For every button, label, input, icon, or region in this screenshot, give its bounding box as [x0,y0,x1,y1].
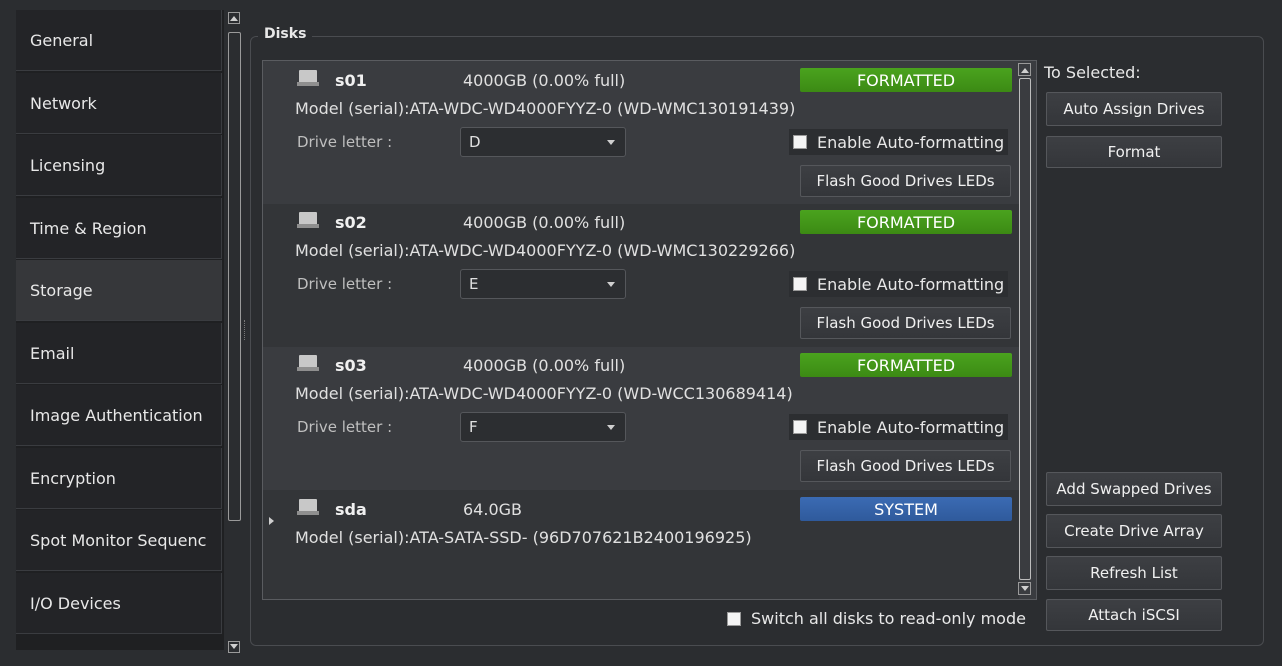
scroll-down-icon[interactable] [228,641,240,653]
sidebar-item-spot-monitor-sequence[interactable]: Spot Monitor Sequenc [16,510,222,571]
read-only-mode-label: Switch all disks to read-only mode [751,609,1026,628]
flash-leds-button[interactable]: Flash Good Drives LEDs [800,450,1011,482]
drive-letter-value: E [469,275,479,293]
checkbox-icon[interactable] [793,420,807,434]
disk-list-scrollbar[interactable] [1016,60,1035,598]
drive-letter-select[interactable]: F [460,412,626,442]
checkbox-icon[interactable] [793,135,807,149]
drive-letter-select[interactable]: E [460,269,626,299]
settings-sidebar: General Network Licensing Time & Region … [16,10,224,650]
disk-model: Model (serial):ATA-WDC-WD4000FYYZ-0 (WD-… [295,99,796,118]
drive-letter-label: Drive letter : [297,133,393,151]
hard-drive-icon [297,212,319,228]
hard-drive-icon [297,70,319,86]
chevron-down-icon [607,425,615,430]
sidebar-item-licensing[interactable]: Licensing [16,135,222,196]
disk-model: Model (serial):ATA-WDC-WD4000FYYZ-0 (WD-… [295,384,793,403]
sidebar-item-network[interactable]: Network [16,73,222,134]
sidebar-scroll-thumb[interactable] [228,32,241,521]
status-badge: FORMATTED [800,353,1012,377]
disk-name: s03 [335,356,367,375]
drive-letter-select[interactable]: D [460,127,626,157]
disk-size: 64.0GB [463,500,522,519]
auto-format-label: Enable Auto-formatting [817,132,1005,152]
flash-leds-button[interactable]: Flash Good Drives LEDs [800,165,1011,197]
disk-size: 4000GB (0.00% full) [463,213,626,232]
checkbox-icon[interactable] [727,611,741,626]
auto-format-checkbox[interactable]: Enable Auto-formatting [789,414,1009,440]
sidebar-item-encryption[interactable]: Encryption [16,448,222,509]
sidebar-item-io-devices[interactable]: I/O Devices [16,573,222,634]
disk-row-s01[interactable]: s01 4000GB (0.00% full) FORMATTED Model … [263,61,1019,204]
auto-format-checkbox[interactable]: Enable Auto-formatting [789,129,1009,155]
chevron-down-icon [607,282,615,287]
disk-row-s03[interactable]: s03 4000GB (0.00% full) FORMATTED Model … [263,347,1019,490]
status-badge: SYSTEM [800,497,1012,521]
add-swapped-drives-button[interactable]: Add Swapped Drives [1046,472,1222,506]
auto-assign-drives-button[interactable]: Auto Assign Drives [1046,92,1222,126]
create-drive-array-button[interactable]: Create Drive Array [1046,514,1222,548]
drive-letter-label: Drive letter : [297,275,393,293]
read-only-mode-checkbox[interactable]: Switch all disks to read-only mode [727,609,1026,628]
disk-name: sda [335,500,367,519]
flash-leds-button[interactable]: Flash Good Drives LEDs [800,307,1011,339]
disk-model: Model (serial):ATA-WDC-WD4000FYYZ-0 (WD-… [295,241,796,260]
status-badge: FORMATTED [800,210,1012,234]
disk-list: s01 4000GB (0.00% full) FORMATTED Model … [262,60,1037,600]
auto-format-label: Enable Auto-formatting [817,274,1005,294]
disks-group-title: Disks [258,26,313,42]
scroll-up-icon[interactable] [228,12,240,24]
sidebar-item-image-authentication[interactable]: Image Authentication [16,385,222,446]
hard-drive-icon [297,355,319,371]
checkbox-icon[interactable] [793,277,807,291]
disk-size: 4000GB (0.00% full) [463,356,626,375]
disk-name: s02 [335,213,367,232]
disk-row-s02[interactable]: s02 4000GB (0.00% full) FORMATTED Model … [263,204,1019,347]
disk-size: 4000GB (0.00% full) [463,71,626,90]
sidebar-scrollbar[interactable] [226,10,244,656]
drive-letter-value: F [469,418,478,436]
hard-drive-icon [297,499,319,515]
sidebar-item-storage[interactable]: Storage [16,260,222,321]
drive-letter-value: D [469,133,481,151]
drive-letter-label: Drive letter : [297,418,393,436]
status-badge: FORMATTED [800,68,1012,92]
disk-name: s01 [335,71,367,90]
splitter-handle[interactable] [244,320,248,340]
format-button[interactable]: Format [1046,136,1222,168]
attach-iscsi-button[interactable]: Attach iSCSI [1046,599,1222,631]
sidebar-item-email[interactable]: Email [16,323,222,384]
scroll-up-icon[interactable] [1018,63,1031,76]
sidebar-item-general[interactable]: General [16,10,222,71]
disk-model: Model (serial):ATA-SATA-SSD- (96D707621B… [295,528,752,547]
to-selected-label: To Selected: [1044,63,1141,82]
scroll-down-icon[interactable] [1018,582,1031,595]
disk-list-scroll-thumb[interactable] [1019,78,1031,580]
disk-row-sda[interactable]: sda 64.0GB SYSTEM Model (serial):ATA-SAT… [263,490,1019,599]
chevron-down-icon [607,140,615,145]
sidebar-item-time-region[interactable]: Time & Region [16,198,222,259]
refresh-list-button[interactable]: Refresh List [1046,556,1222,590]
expand-arrow-icon[interactable] [269,517,274,525]
auto-format-checkbox[interactable]: Enable Auto-formatting [789,271,1009,297]
auto-format-label: Enable Auto-formatting [817,417,1005,437]
